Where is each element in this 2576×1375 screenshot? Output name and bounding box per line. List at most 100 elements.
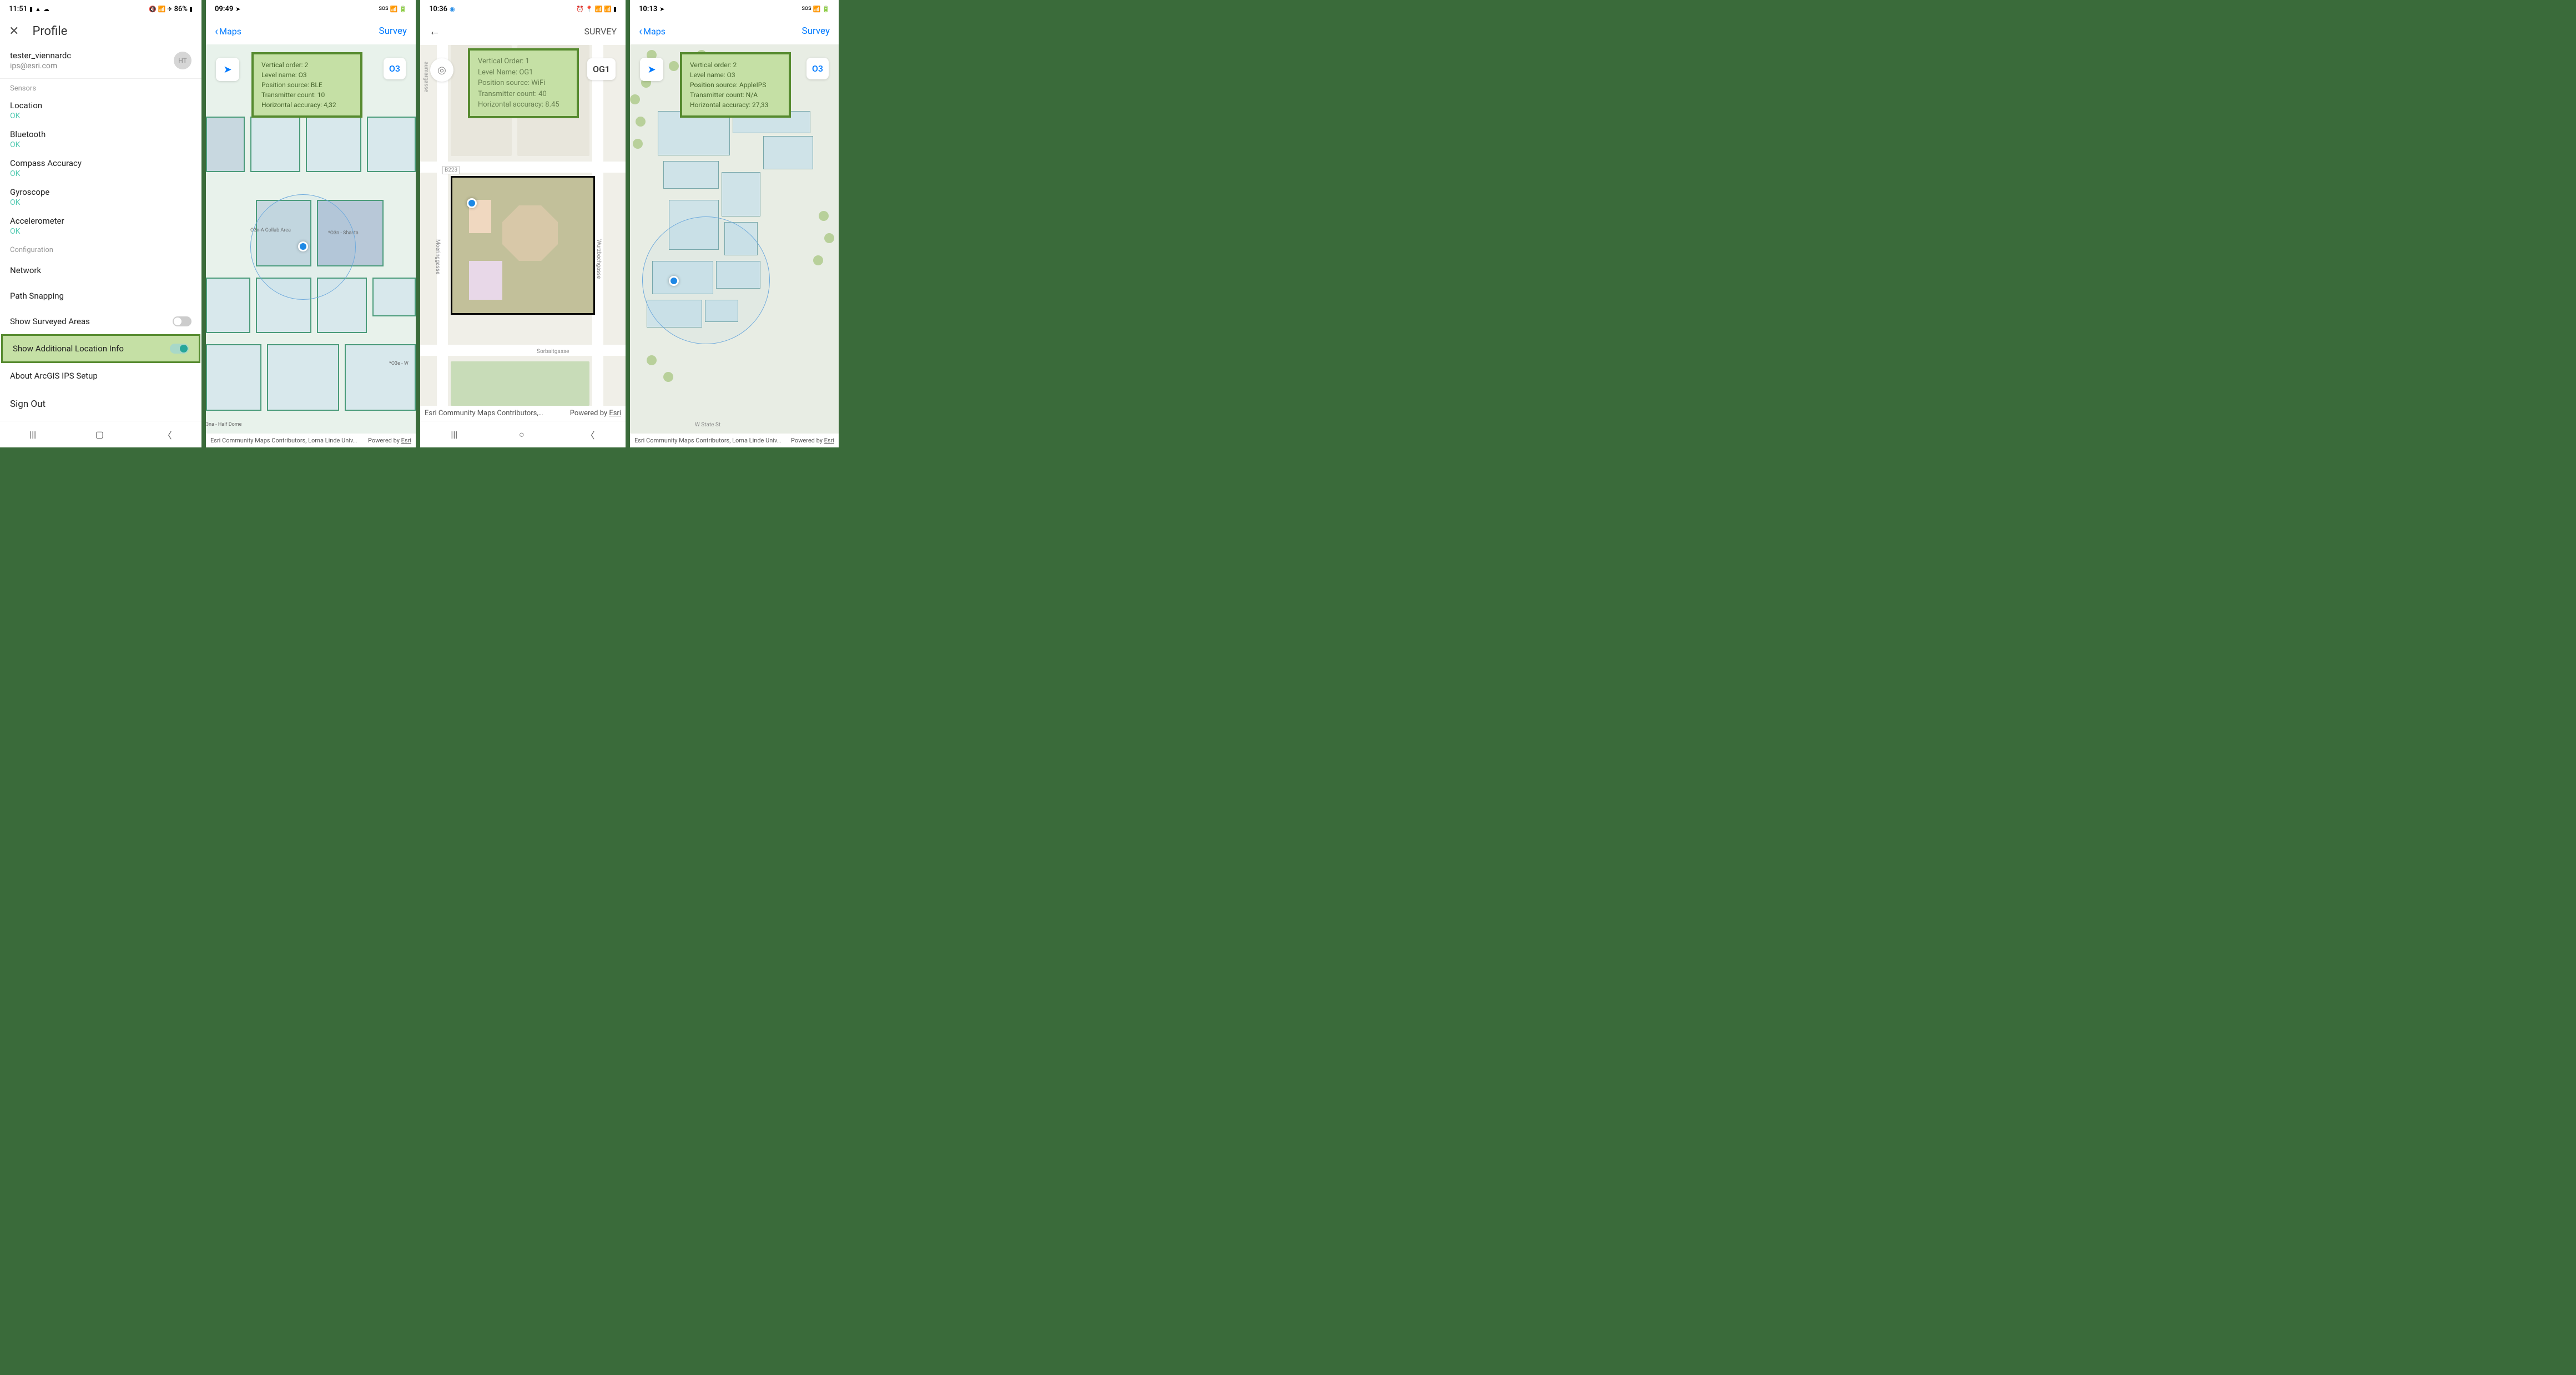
nav-home-icon[interactable]: ○ xyxy=(519,429,525,440)
room-alt xyxy=(469,261,502,300)
sensor-name: Bluetooth xyxy=(10,129,191,139)
info-line: Position source: BLE xyxy=(261,80,352,90)
android-nav: ||| ○ 〈 xyxy=(420,421,626,447)
chevron-left-icon: ‹ xyxy=(215,24,218,38)
back-label: Maps xyxy=(219,26,241,37)
battery-icon: 🔋 xyxy=(822,6,830,13)
survey-button[interactable]: Survey xyxy=(379,26,407,37)
tree-icon xyxy=(669,61,679,71)
room-block xyxy=(267,344,339,411)
sensor-accelerometer[interactable]: Accelerometer OK xyxy=(0,211,201,240)
info-line: Vertical order: 2 xyxy=(690,60,781,70)
campus-building xyxy=(658,111,730,155)
sensor-location[interactable]: Location OK xyxy=(0,96,201,125)
back-label: Maps xyxy=(643,26,666,37)
survey-button[interactable]: Survey xyxy=(802,26,830,37)
status-sos: SOS xyxy=(801,6,811,12)
sensor-status: OK xyxy=(10,112,191,120)
bluedot xyxy=(298,241,308,251)
info-line: Level name: O3 xyxy=(261,70,352,80)
esri-link[interactable]: Esri xyxy=(609,409,621,417)
nav-back-icon[interactable]: 〈 xyxy=(163,428,172,441)
map-attribution: Esri Community Maps Contributors,… Power… xyxy=(420,406,626,421)
status-bar: 11:51 ▮ ▲ ☁ 🔇 📶 ✈ 86% ▮ xyxy=(0,0,201,18)
survey-button[interactable]: SURVEY xyxy=(584,26,617,37)
avatar[interactable]: HT xyxy=(174,52,191,69)
close-icon[interactable]: ✕ xyxy=(9,24,19,38)
map-canvas[interactable]: O3n-A Collab Area *O3n - Shasta *O3e - W… xyxy=(206,44,416,447)
nav-home-icon[interactable]: ▢ xyxy=(95,429,104,440)
esri-link[interactable]: Esri xyxy=(824,437,834,444)
location-arrow-icon: ➤ xyxy=(223,64,231,75)
card-icon: ▮ xyxy=(29,6,33,13)
wifi-icon: 📶 xyxy=(813,6,821,13)
alarm-icon: ⏰ xyxy=(576,6,584,13)
config-network[interactable]: Network xyxy=(0,258,201,283)
nav-recents-icon[interactable]: ||| xyxy=(451,429,457,440)
info-line: Horizontal accuracy: 27,33 xyxy=(690,100,781,110)
tree-icon xyxy=(630,94,640,104)
toggle-surveyed[interactable] xyxy=(173,316,191,326)
config-path-snapping[interactable]: Path Snapping xyxy=(0,283,201,309)
campus-building xyxy=(722,172,760,216)
user-name: tester_viennardc xyxy=(10,51,71,61)
sensor-gyroscope[interactable]: Gyroscope OK xyxy=(0,183,201,211)
info-line: Position source: WiFi xyxy=(478,78,569,89)
attr-right: Powered by Esri xyxy=(570,409,621,417)
profile-content[interactable]: tester_viennardc ips@esri.com HT Sensors… xyxy=(0,45,201,421)
bluedot xyxy=(669,276,679,286)
map-attribution: Esri Community Maps Contributors, Loma L… xyxy=(206,434,416,447)
config-label-text: Show Surveyed Areas xyxy=(10,316,90,326)
street-label: Wurzbachgasse xyxy=(596,239,602,279)
warn-icon: ▲ xyxy=(35,6,41,13)
floor-badge[interactable]: OG1 xyxy=(587,58,616,80)
tree-icon xyxy=(647,355,657,365)
status-time: 10:36 xyxy=(429,5,447,13)
profile-header: ✕ Profile xyxy=(0,18,201,45)
locate-button[interactable]: ➤ xyxy=(216,58,239,81)
toggle-additional[interactable] xyxy=(170,344,189,354)
airplane-icon: ✈ xyxy=(167,6,172,13)
config-about[interactable]: About ArcGIS IPS Setup xyxy=(0,363,201,389)
room-label: *O3e - W xyxy=(389,361,409,366)
street-label: W State St xyxy=(680,422,735,428)
sensor-status: OK xyxy=(10,169,191,178)
back-arrow-icon[interactable]: ← xyxy=(429,24,440,38)
config-show-surveyed[interactable]: Show Surveyed Areas xyxy=(0,309,201,334)
map-header: ‹ Maps Survey xyxy=(206,18,416,44)
campus-building xyxy=(663,161,719,189)
mute-icon: 🔇 xyxy=(149,6,157,13)
user-row[interactable]: tester_viennardc ips@esri.com HT xyxy=(0,45,201,79)
locate-button[interactable]: ➤ xyxy=(640,58,663,81)
battery-icon: 🔋 xyxy=(399,6,407,13)
location-arrow-icon: ➤ xyxy=(659,6,664,13)
config-show-additional[interactable]: Show Additional Location Info xyxy=(1,334,200,363)
tree-icon xyxy=(819,211,829,221)
tree-icon xyxy=(824,233,834,243)
floor-badge[interactable]: O3 xyxy=(806,58,829,79)
nav-back-icon[interactable]: 〈 xyxy=(586,428,595,441)
signout-button[interactable]: Sign Out xyxy=(0,389,201,420)
nav-recents-icon[interactable]: ||| xyxy=(29,429,36,440)
floor-badge[interactable]: O3 xyxy=(384,58,406,79)
status-sos: SOS xyxy=(379,6,388,12)
sensor-status: OK xyxy=(10,198,191,207)
config-label-text: About ArcGIS IPS Setup xyxy=(10,371,98,381)
phone-profile: 11:51 ▮ ▲ ☁ 🔇 📶 ✈ 86% ▮ ✕ Profile tester… xyxy=(0,0,201,447)
location-arrow-icon: ➤ xyxy=(647,64,656,75)
sensor-status: OK xyxy=(10,227,191,236)
config-label-text: Network xyxy=(10,265,41,275)
map-canvas[interactable]: W State St ➤ O3 Vertical order: 2 Level … xyxy=(630,44,839,447)
signal-icon: 📶 xyxy=(604,6,612,13)
status-bar: 10:13 ➤ SOS 📶 🔋 xyxy=(630,0,839,18)
map-canvas[interactable]: B223 Moeringgasse Wurzbachgasse Sorbaitg… xyxy=(420,45,626,447)
back-button[interactable]: ‹ Maps xyxy=(639,24,666,38)
sensor-compass[interactable]: Compass Accuracy OK xyxy=(0,154,201,183)
sensor-bluetooth[interactable]: Bluetooth OK xyxy=(0,125,201,154)
locate-button[interactable]: ◎ xyxy=(430,58,453,82)
battery-icon: ▮ xyxy=(189,6,193,13)
esri-link[interactable]: Esri xyxy=(401,437,411,444)
phone-map-ble: 09:49 ➤ SOS 📶 🔋 ‹ Maps Survey O3n-A Coll… xyxy=(206,0,416,447)
back-button[interactable]: ‹ Maps xyxy=(215,24,241,38)
location-info-box: Vertical order: 2 Level name: O3 Positio… xyxy=(680,52,791,118)
